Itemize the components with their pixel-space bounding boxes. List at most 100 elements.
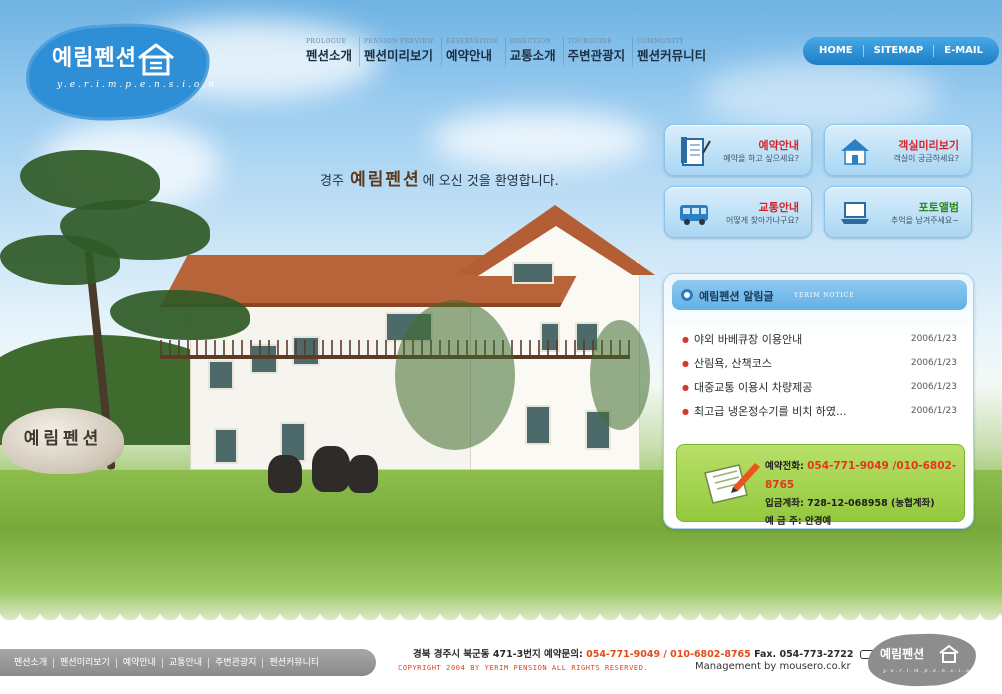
footer-nav-item[interactable]: 주변관광지: [208, 657, 262, 668]
cloud: [700, 60, 940, 130]
house-gable: [478, 226, 634, 276]
room-preview-button[interactable]: 객실미리보기 객실이 궁금하세요?: [824, 124, 972, 176]
nav-item-label[interactable]: 교통소개: [510, 47, 556, 65]
nav-item-eng: PROLOGUE: [306, 38, 347, 45]
notice-item-title[interactable]: 야외 바베큐장 이용안내: [694, 331, 905, 347]
stone-sign: 예림펜션: [2, 408, 124, 474]
nav-item-eng: COMMUNITY: [637, 38, 685, 45]
logo-subtitle: y.e.r.i.m.p.e.n.s.i.o.n: [57, 80, 217, 90]
phone-label: 예약전화:: [765, 461, 804, 472]
copyright: COPYRIGHT 2004 BY YERIM PENSION ALL RIGH…: [398, 664, 649, 672]
nav-item-tourguide[interactable]: TOURGUIDE 주변관광지: [562, 37, 633, 67]
quick-button-title: 교통안내: [758, 201, 799, 214]
notice-item[interactable]: ● 산림욕, 산책코스 2006/1/23: [682, 351, 957, 375]
nav-item-label[interactable]: 예약안내: [446, 47, 498, 65]
window: [208, 360, 234, 390]
account-value: 728-12-068958 (농협계좌): [807, 498, 935, 509]
utility-bar: HOME SITEMAP E-MAIL: [803, 37, 999, 65]
notice-item[interactable]: ● 야외 바베큐장 이용안내 2006/1/23: [682, 327, 957, 351]
nav-item-label[interactable]: 펜션미리보기: [364, 47, 434, 65]
notice-title[interactable]: 예림펜션 알림글: [699, 288, 774, 304]
footer-logo-title: 예림펜션: [880, 647, 925, 661]
footer-nav-item[interactable]: 예약안내: [115, 657, 162, 668]
nav-item-reservation[interactable]: RESERVATION 예약안내: [440, 37, 505, 67]
welcome-prefix: 경주: [320, 174, 344, 189]
home-icon: [939, 644, 959, 663]
bus-icon: [680, 205, 708, 225]
nav-item-direction[interactable]: DIRECTION 교통소개: [504, 37, 563, 67]
quick-button-desc: 어떻게 찾아가나구요?: [725, 216, 799, 225]
nav-item-preview[interactable]: PENSION PREVIEW 펜션미리보기: [359, 37, 441, 67]
balcony: [160, 355, 630, 359]
nav-item-eng: PENSION PREVIEW: [364, 38, 434, 45]
cloud: [430, 110, 650, 170]
notice-item[interactable]: ● 대중교통 이용시 차량제공 2006/1/23: [682, 375, 957, 399]
notice-bullet-icon: [681, 289, 693, 301]
photo-album-button[interactable]: 포토앨범 추억을 남겨주세요~: [824, 186, 972, 238]
account-label: 입금계좌:: [765, 498, 804, 509]
notice-item-title[interactable]: 최고급 냉온정수기를 비치 하였...: [694, 403, 905, 419]
bullet-icon: ●: [682, 382, 689, 392]
young-tree: [395, 300, 515, 450]
address-text: 경북 경주시 북군동 471-3번지 예약문의:: [413, 649, 583, 660]
footer-nav-item[interactable]: 펜션소개: [14, 658, 53, 668]
quick-button-desc: 예약을 하고 싶으세요?: [723, 154, 799, 163]
nav-item-community[interactable]: COMMUNITY 펜션커뮤니티: [632, 37, 713, 67]
nav-item-prologue[interactable]: PROLOGUE 펜션소개: [302, 37, 359, 67]
logo-title[interactable]: 예림펜션: [52, 40, 137, 72]
nav-item-label[interactable]: 펜션소개: [306, 47, 352, 65]
holder-label: 예 금 주:: [765, 516, 802, 527]
nav-item-eng: DIRECTION: [509, 38, 552, 45]
quick-button-title: 포토앨범: [918, 201, 959, 214]
quick-button-desc: 객실이 궁금하세요?: [893, 154, 959, 163]
quick-button-desc: 추억을 남겨주세요~: [890, 216, 959, 225]
bullet-icon: ●: [682, 406, 689, 416]
pine-tree: [0, 235, 120, 285]
house-icon: [841, 139, 869, 165]
email-link[interactable]: E-MAIL: [933, 45, 993, 57]
home-icon: [138, 43, 174, 76]
nav-item-label[interactable]: 펜션커뮤니티: [637, 47, 706, 65]
young-tree: [590, 320, 650, 430]
notice-list: ● 야외 바베큐장 이용안내 2006/1/23 ● 산림욕, 산책코스 200…: [682, 327, 957, 423]
memo-pencil-icon: [704, 463, 760, 504]
clay-jar: [348, 455, 378, 493]
notice-item[interactable]: ● 최고급 냉온정수기를 비치 하였... 2006/1/23: [682, 399, 957, 423]
nav-item-eng: TOURGUIDE: [567, 38, 613, 45]
footer-nav-item[interactable]: 펜션커뮤니티: [262, 657, 325, 668]
sitemap-link[interactable]: SITEMAP: [862, 45, 934, 57]
footer-address: 경북 경주시 북군동 471-3번지 예약문의: 054-771-9049 / …: [413, 646, 876, 660]
quick-button-title: 예약안내: [758, 139, 799, 152]
notice-item-date: 2006/1/23: [910, 358, 957, 368]
pine-tree: [110, 290, 250, 340]
notice-item-title[interactable]: 산림욕, 산책코스: [694, 355, 905, 371]
footer-phones: 054-771-9049 / 010-6802-8765: [586, 649, 751, 660]
notice-item-title[interactable]: 대중교통 이용시 차량제공: [694, 379, 905, 395]
notice-subtitle: YERIM NOTICE: [794, 292, 855, 299]
welcome-message: 경주 예림펜션 에 오신 것을 환영합니다.: [320, 165, 559, 190]
quick-button-title: 객실미리보기: [898, 139, 959, 152]
holder-value: 안경예: [804, 516, 832, 527]
welcome-pension-name: 예림펜션: [350, 170, 421, 190]
reservation-guide-button[interactable]: 예약안내 예약을 하고 싶으세요?: [664, 124, 812, 176]
window: [214, 428, 238, 464]
nav-item-label[interactable]: 주변관광지: [568, 47, 626, 65]
laptop-icon: [841, 202, 869, 224]
main-nav: PROLOGUE 펜션소개 PENSION PREVIEW 펜션미리보기 RES…: [302, 37, 713, 73]
document-icon: [681, 137, 711, 166]
traffic-guide-button[interactable]: 교통안내 어떻게 찾아가나구요?: [664, 186, 812, 238]
footer-nav-item[interactable]: 펜션미리보기: [53, 657, 116, 668]
nav-item-eng: RESERVATION: [445, 38, 498, 45]
home-link[interactable]: HOME: [809, 45, 863, 57]
footer-fax: Fax. 054-773-2722: [754, 649, 854, 660]
footer-nav-item[interactable]: 교통안내: [161, 657, 208, 668]
bullet-icon: ●: [682, 358, 689, 368]
stone-sign-text: 예림펜션: [23, 429, 103, 449]
welcome-suffix: 에 오신 것을 환영합니다.: [422, 174, 559, 189]
contact-info: 예약전화: 054-771-9049 /010-6802-8765 입금계좌: …: [765, 457, 964, 531]
notice-item-date: 2006/1/23: [910, 334, 957, 344]
footer-nav: 펜션소개 펜션미리보기 예약안내 교통안내 주변관광지 펜션커뮤니티: [0, 649, 376, 676]
footer-divider: [0, 610, 1002, 630]
window: [512, 262, 554, 284]
clay-jar: [268, 455, 302, 493]
